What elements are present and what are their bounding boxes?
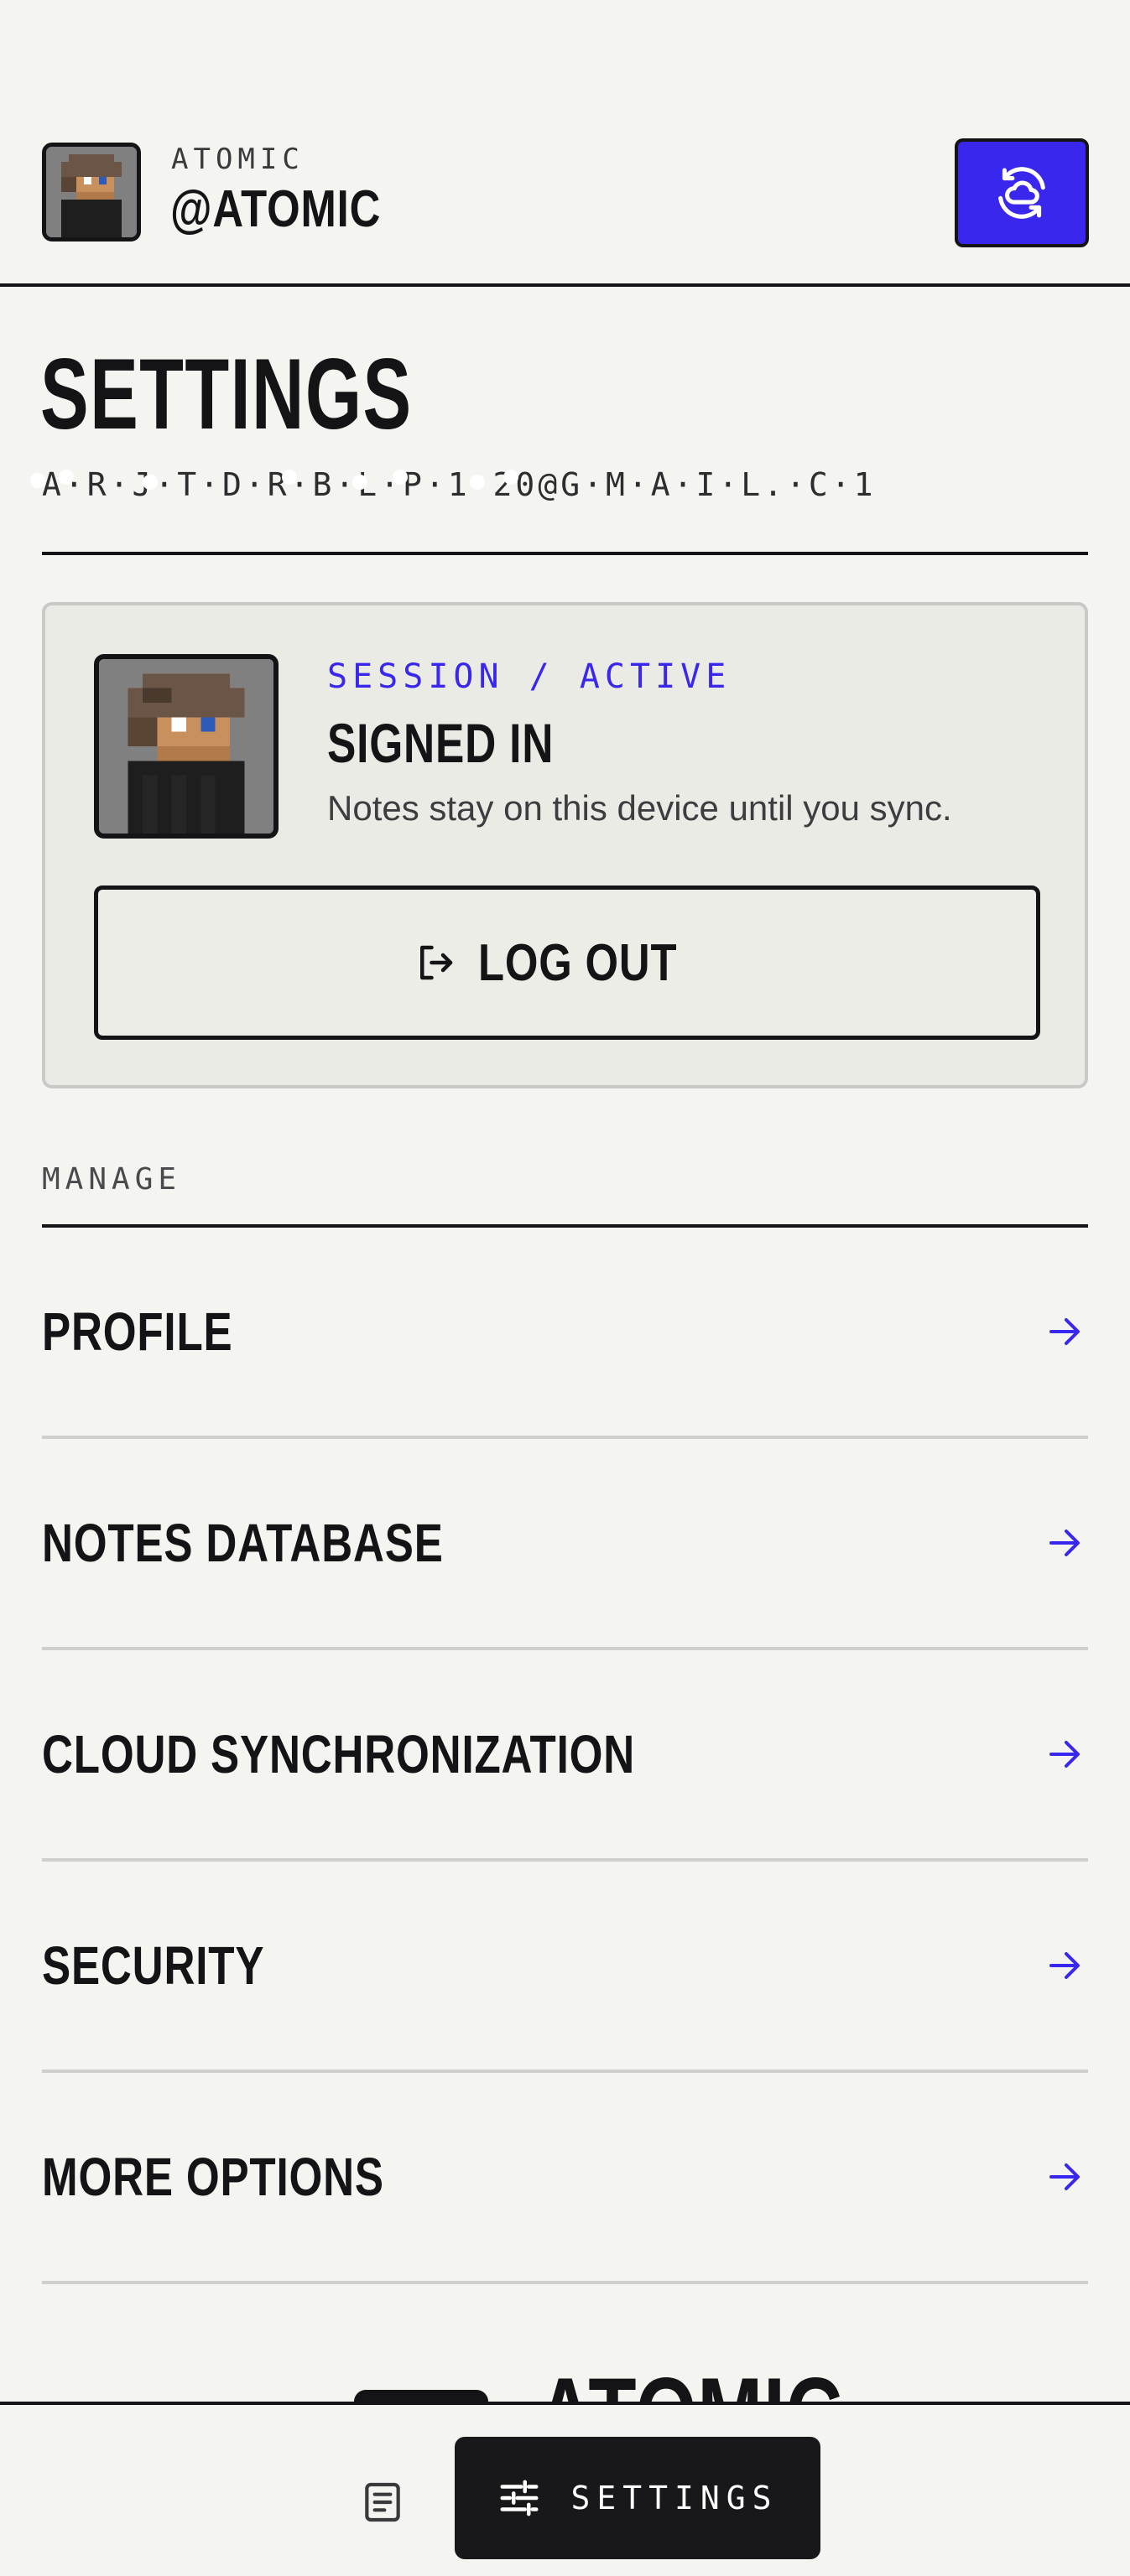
session-card: SESSION / ACTIVE SIGNED IN Notes stay on… bbox=[42, 602, 1088, 1088]
brand-eyebrow: ATOMIC bbox=[171, 143, 305, 176]
bottom-nav: SETTINGS bbox=[0, 2402, 1130, 2576]
logout-button[interactable]: LOG OUT bbox=[94, 886, 1040, 1040]
menu-item-security[interactable]: SECURITY bbox=[42, 1862, 1088, 2073]
menu-item-more-options[interactable]: MORE OPTIONS bbox=[42, 2073, 1088, 2284]
divider bbox=[42, 552, 1088, 555]
avatar[interactable] bbox=[42, 143, 141, 242]
sliders-icon bbox=[500, 2480, 539, 2516]
top-bar: ATOMIC @ATOMIC bbox=[0, 0, 1130, 287]
session-heading: SIGNED IN bbox=[327, 712, 555, 774]
user-handle: @ATOMIC bbox=[170, 180, 382, 238]
arrow-right-icon bbox=[1049, 2163, 1080, 2190]
session-avatar bbox=[94, 654, 279, 839]
menu-item-label: MORE OPTIONS bbox=[42, 2147, 384, 2207]
cloud-sync-button[interactable] bbox=[955, 138, 1089, 247]
session-description: Notes stay on this device until you sync… bbox=[327, 788, 952, 828]
nav-settings-label: SETTINGS bbox=[570, 2480, 779, 2516]
menu-item-label: PROFILE bbox=[42, 1301, 233, 1362]
cloud-sync-icon bbox=[998, 167, 1045, 219]
arrow-right-icon bbox=[1049, 1741, 1080, 1768]
pixel-avatar-icon bbox=[99, 659, 273, 834]
menu-item-label: SECURITY bbox=[42, 1935, 265, 1996]
pixel-avatar-icon bbox=[46, 147, 137, 237]
account-email: A·R·J·T·D·R·B·L·P·1·20@G·M·A·I·L.·C·1 bbox=[42, 466, 877, 503]
menu-item-profile[interactable]: PROFILE bbox=[42, 1228, 1088, 1439]
menu-item-label: CLOUD SYNCHRONIZATION bbox=[42, 1724, 636, 1784]
notes-icon bbox=[365, 2482, 400, 2522]
nav-settings-button[interactable]: SETTINGS bbox=[455, 2437, 820, 2559]
logout-label: LOG OUT bbox=[478, 933, 678, 992]
nav-notes-button[interactable] bbox=[352, 2472, 413, 2532]
menu-item-label: NOTES DATABASE bbox=[42, 1513, 444, 1573]
page-title: SETTINGS bbox=[40, 338, 413, 450]
section-label-manage: MANAGE bbox=[42, 1162, 182, 1197]
menu-item-cloud-synchronization[interactable]: CLOUD SYNCHRONIZATION bbox=[42, 1650, 1088, 1862]
arrow-right-icon bbox=[1049, 1318, 1080, 1345]
logout-icon bbox=[420, 945, 453, 980]
arrow-right-icon bbox=[1049, 1530, 1080, 1556]
menu-item-notes-database[interactable]: NOTES DATABASE bbox=[42, 1439, 1088, 1650]
session-status: SESSION / ACTIVE bbox=[327, 657, 732, 696]
arrow-right-icon bbox=[1049, 1952, 1080, 1979]
